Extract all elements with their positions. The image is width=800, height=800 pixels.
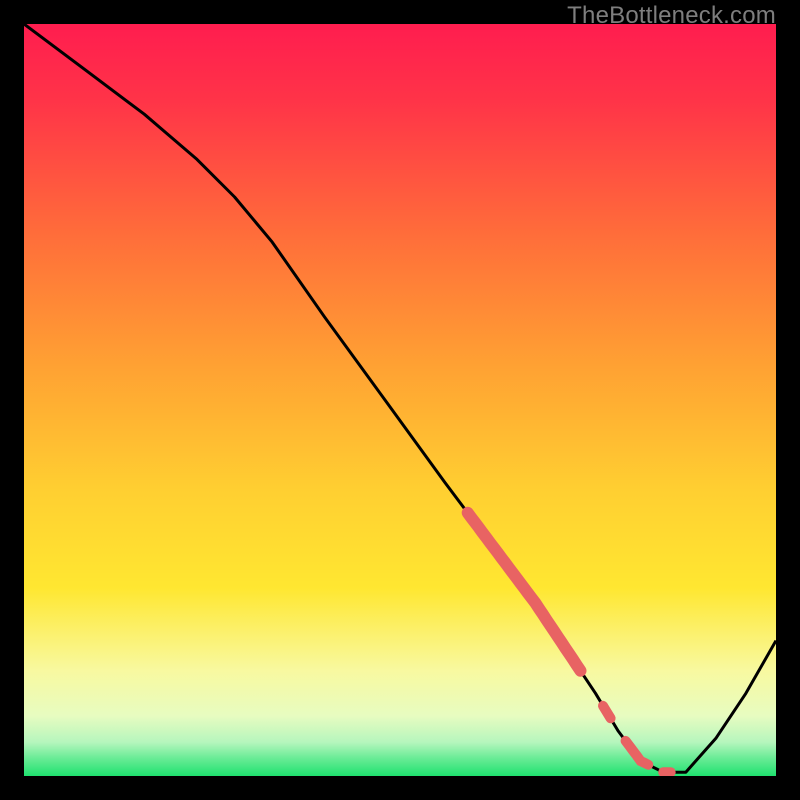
gradient-background (24, 24, 776, 776)
bottleneck-chart (24, 24, 776, 776)
highlight-dot1 (603, 706, 611, 719)
watermark-text: TheBottleneck.com (567, 2, 776, 30)
